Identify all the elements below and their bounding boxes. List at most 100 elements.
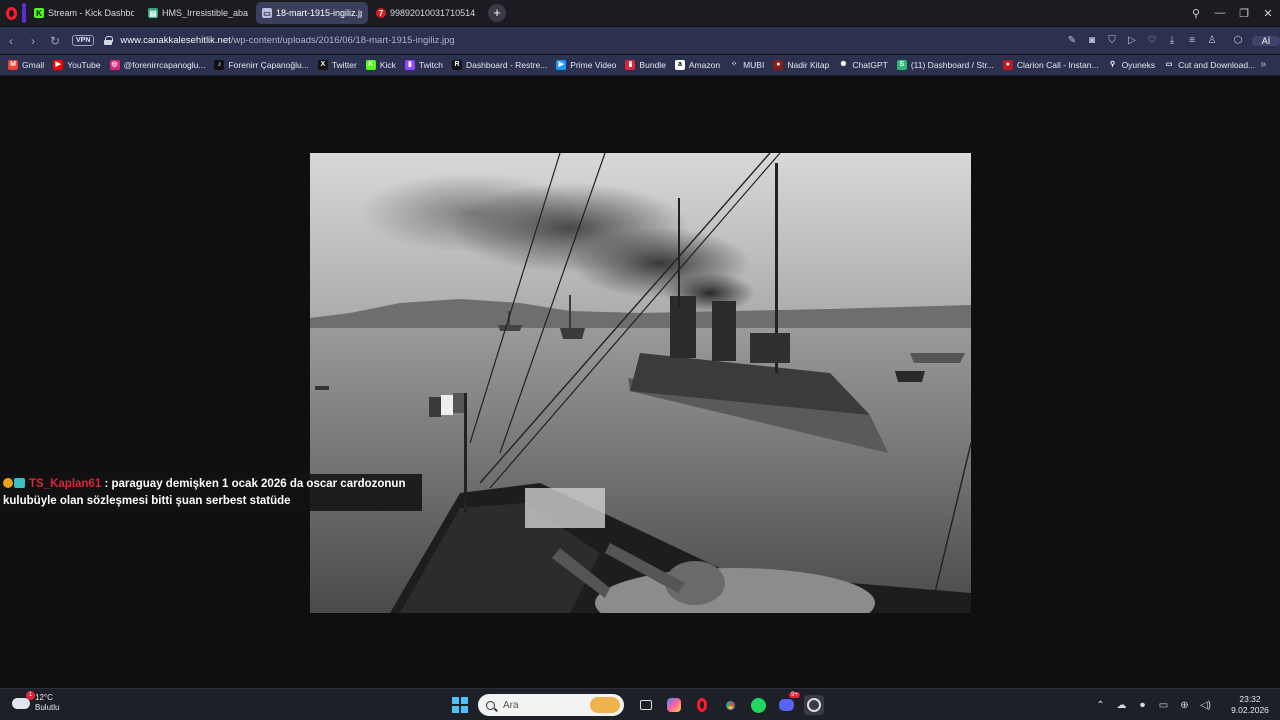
tray-overflow-icon[interactable]: ⌃ [1090, 700, 1111, 711]
close-button[interactable]: ✕ [1256, 7, 1280, 20]
workspace-indicator[interactable] [22, 3, 26, 23]
bookmark-label: MUBI [743, 60, 765, 70]
back-icon[interactable]: ‹ [0, 34, 22, 48]
toolbar-actions: ✎ ◙ ⛉ ▷ ♡ ⤓ ≡ ♙ ⬡ Aİ [1062, 27, 1280, 54]
bookmark-item[interactable]: ▶ Prime Video [556, 60, 616, 70]
search-icon [486, 700, 495, 710]
bookmark-favicon-icon: ▶ [53, 60, 64, 70]
bookmark-favicon-icon: M [8, 60, 18, 70]
bookmark-item[interactable]: ▶ YouTube [53, 60, 101, 70]
bookmark-favicon-icon: ◎ [109, 60, 120, 70]
tab-kick-dashboard[interactable]: K Stream - Kick Dashboard [28, 2, 140, 24]
display-icon[interactable]: ▭ [1153, 700, 1174, 711]
bookmark-item[interactable]: a Amazon [674, 60, 720, 70]
system-tray: ⌃ ☁ ⏺ ▭ ⊕ ◁) 23:32 9.02.2026 [1090, 689, 1280, 720]
bookmark-item[interactable]: M Gmail [8, 60, 44, 70]
og-badge-icon [14, 478, 25, 488]
bookmark-item[interactable]: ⁘ MUBI [729, 60, 764, 70]
shield-icon[interactable]: ⛉ [1102, 35, 1122, 46]
bookmark-favicon-icon: a [674, 60, 685, 70]
bookmark-item[interactable]: K Kick [365, 60, 396, 70]
bookmarks-overflow-button[interactable]: » [1260, 59, 1266, 70]
play-icon[interactable]: ▷ [1122, 35, 1142, 46]
maximize-button[interactable]: ❐ [1232, 7, 1256, 20]
chrome-icon[interactable] [720, 695, 740, 715]
bookmark-item[interactable]: ● Nadir Kitap [773, 60, 829, 70]
camera-icon[interactable]: ◙ [1082, 35, 1102, 46]
spotify-icon[interactable] [748, 695, 768, 715]
bookmark-favicon-icon: ● [773, 60, 784, 70]
clock-time: 23:32 [1239, 694, 1261, 704]
copilot-icon[interactable] [664, 695, 684, 715]
edit-icon[interactable]: ✎ [1062, 35, 1082, 46]
red-seven-icon: 7 [376, 8, 386, 18]
ai-button[interactable]: Aİ [1252, 35, 1280, 46]
tab-numeric-file[interactable]: 7 9989201003171051413510 [370, 2, 482, 24]
vpn-badge[interactable]: VPN [72, 35, 95, 46]
tab-18-mart-image[interactable]: ▭ 18-mart-1915-ingiliz.jpg [256, 2, 368, 24]
bookmark-favicon-icon: ♪ [214, 60, 225, 70]
bookmark-label: Prime Video [570, 60, 617, 70]
menu-icon[interactable]: ≡ [1182, 35, 1202, 46]
url-field[interactable]: www.canakkalesehitlik.net/wp-content/upl… [120, 35, 454, 46]
opera-logo-icon[interactable] [0, 0, 22, 26]
bookmark-item[interactable]: R Dashboard - Restre... [452, 60, 547, 70]
bookmark-item[interactable]: ◎ @forenirrcapanoglu... [109, 60, 205, 70]
windows-taskbar: 1 12°C Bulutlu Ara 9+ ⌃ ☁ ⏺ ▭ ⊕ ◁) 23:32… [0, 688, 1280, 720]
clock[interactable]: 23:32 9.02.2026 [1220, 694, 1280, 716]
extensions-icon[interactable]: ⬡ [1228, 35, 1248, 46]
tab-hms-irresistible[interactable]: ▤ HMS_Irresistible_abandon [142, 2, 254, 24]
bookmark-item[interactable]: ● Clarion Call - Instan... [1002, 60, 1099, 70]
bookmark-favicon-icon: K [365, 60, 376, 70]
bookmark-favicon-icon: ▭ [1164, 60, 1175, 70]
bookmark-label: Nadir Kitap [787, 60, 830, 70]
bookmark-item[interactable]: ▭ Cut and Download... [1164, 60, 1255, 70]
volume-icon[interactable]: ◁) [1195, 700, 1216, 711]
address-toolbar: ‹ › ↻ VPN www.canakkalesehitlik.net/wp-c… [0, 27, 1280, 54]
bookmark-item[interactable]: ♪ Forenirr Çapanoğlu... [214, 60, 309, 70]
cloud-icon: 1 [12, 690, 35, 709]
search-tabs-icon[interactable]: ⚲ [1184, 7, 1208, 20]
discord-icon[interactable]: 9+ [776, 692, 800, 715]
bookmark-label: Cut and Download... [1178, 60, 1256, 70]
tab-label: HMS_Irresistible_abandon [162, 8, 248, 18]
bookmark-favicon-icon: ⚲ [1107, 60, 1118, 70]
clock-date: 9.02.2026 [1231, 705, 1269, 715]
bookmark-item[interactable]: ⚲ Oyuneks [1107, 60, 1155, 70]
bookmark-label: (11) Dashboard / Str... [910, 60, 994, 70]
bookmark-favicon-icon: S [896, 60, 907, 70]
bookmark-favicon-icon: ● [1002, 60, 1013, 70]
profile-icon[interactable]: ♙ [1202, 35, 1222, 46]
windows-start-icon[interactable] [452, 697, 468, 713]
browser-window: K Stream - Kick Dashboard ▤ HMS_Irresist… [0, 0, 1280, 720]
microphone-icon[interactable]: ⏺ [1132, 700, 1153, 711]
image-file-icon: ▭ [262, 8, 272, 18]
weather-widget[interactable]: 1 12°C Bulutlu [12, 690, 59, 713]
bookmark-label: Forenirr Çapanoğlu... [228, 60, 309, 70]
onedrive-icon[interactable]: ☁ [1111, 700, 1132, 711]
bookmark-item[interactable]: ▮ Twitch [404, 60, 443, 70]
taskbar-search[interactable]: Ara [478, 694, 624, 716]
bookmark-item[interactable]: S (11) Dashboard / Str... [896, 60, 994, 70]
forward-icon[interactable]: › [22, 34, 44, 48]
subscriber-badge-icon [3, 478, 13, 488]
new-tab-button[interactable]: + [488, 4, 506, 22]
opera-icon[interactable] [692, 695, 712, 715]
minimize-button[interactable]: — [1208, 7, 1232, 19]
warship-photo-drawing [310, 153, 971, 613]
bookmark-item[interactable]: X Twitter [317, 60, 357, 70]
bookmark-item[interactable]: ✺ ChatGPT [838, 60, 888, 70]
obs-icon[interactable] [804, 695, 824, 715]
bookmark-label: YouTube [67, 60, 101, 70]
search-placeholder: Ara [503, 699, 519, 711]
download-icon[interactable]: ⤓ [1162, 35, 1182, 46]
bookmark-label: Dashboard - Restre... [466, 60, 548, 70]
heart-icon[interactable]: ♡ [1142, 35, 1162, 46]
taskbar-apps: Ara 9+ [452, 692, 828, 717]
network-icon[interactable]: ⊕ [1174, 700, 1195, 711]
bookmark-item[interactable]: ▮ Bundle [625, 60, 666, 70]
task-view-icon[interactable] [636, 695, 656, 715]
reload-icon[interactable]: ↻ [44, 34, 66, 48]
bookmark-favicon-icon: ⁘ [729, 60, 740, 70]
lock-icon[interactable] [104, 36, 114, 45]
